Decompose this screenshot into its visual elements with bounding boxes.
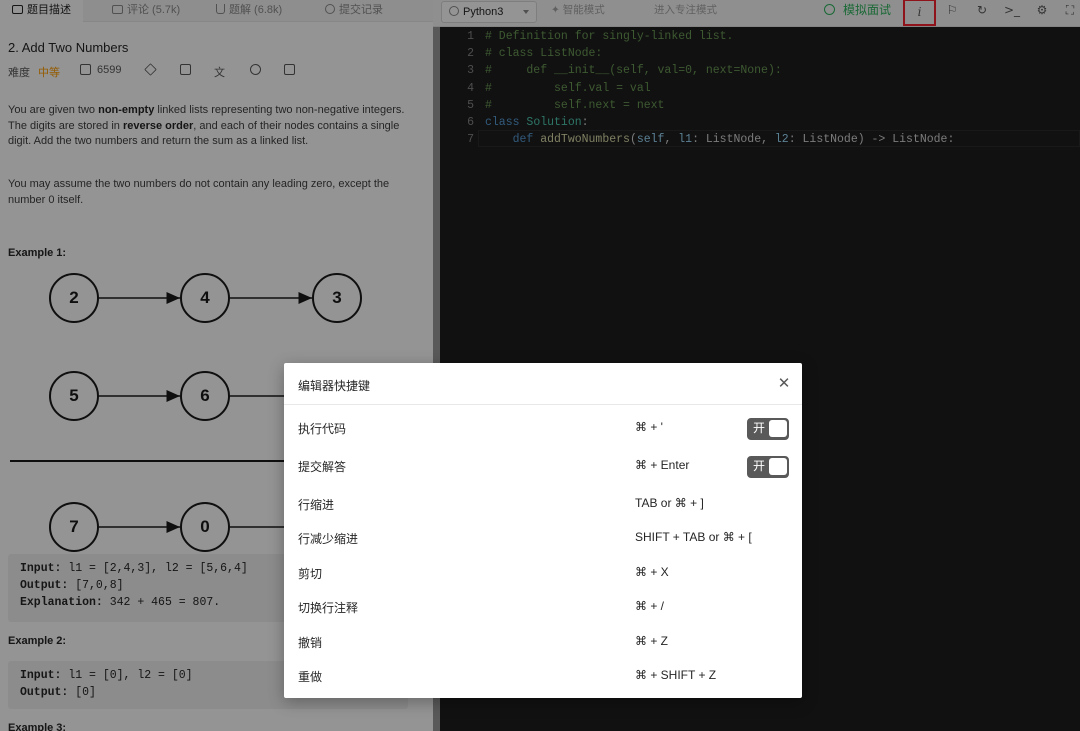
dialog-title: 编辑器快捷键 xyxy=(298,379,371,393)
shortcut-keys: SHIFT + TAB or ⌘ + [ xyxy=(635,530,752,544)
shortcut-keys: ⌘ + Enter xyxy=(635,458,690,472)
shortcut-name: 行缩进 xyxy=(298,498,335,512)
shortcut-row: 行缩进 TAB or ⌘ + ] xyxy=(284,487,802,521)
dialog-header: 编辑器快捷键 ✕ xyxy=(284,363,802,405)
shortcut-name: 重做 xyxy=(298,670,323,684)
shortcut-keys: ⌘ + SHIFT + Z xyxy=(635,668,717,682)
shortcut-keys: ⌘ + / xyxy=(635,599,665,613)
shortcut-keys: ⌘ + ' xyxy=(635,420,663,434)
toggle-label: 开 xyxy=(752,459,765,473)
shortcut-name: 提交解答 xyxy=(298,460,347,474)
shortcut-name: 切换行注释 xyxy=(298,601,359,615)
shortcut-row: 剪切 ⌘ + X xyxy=(284,556,802,590)
toggle-knob xyxy=(769,420,787,437)
toggle-knob xyxy=(769,458,787,475)
shortcut-name: 执行代码 xyxy=(298,422,347,436)
shortcut-keys: ⌘ + X xyxy=(635,565,669,579)
shortcut-keys: TAB or ⌘ + ] xyxy=(635,496,704,510)
shortcut-row: 提交解答 ⌘ + Enter 开 xyxy=(284,449,802,483)
shortcut-name: 剪切 xyxy=(298,567,323,581)
shortcut-name: 撤销 xyxy=(298,636,323,650)
shortcut-name: 行减少缩进 xyxy=(298,532,359,546)
shortcut-row: 重做 ⌘ + SHIFT + Z xyxy=(284,659,802,693)
shortcut-toggle[interactable]: 开 xyxy=(747,456,789,478)
shortcut-keys: ⌘ + Z xyxy=(635,634,669,648)
toggle-label: 开 xyxy=(752,421,765,435)
shortcut-row: 执行代码 ⌘ + ' 开 xyxy=(284,411,802,445)
shortcut-row: 行减少缩进 SHIFT + TAB or ⌘ + [ xyxy=(284,521,802,555)
shortcut-row: 撤销 ⌘ + Z xyxy=(284,625,802,659)
shortcut-row: 切换行注释 ⌘ + / xyxy=(284,590,802,624)
shortcut-toggle[interactable]: 开 xyxy=(747,418,789,440)
close-icon[interactable]: ✕ xyxy=(774,373,794,393)
shortcuts-dialog: 编辑器快捷键 ✕ 执行代码 ⌘ + ' 开提交解答 ⌘ + Enter 开行缩进 TAB … xyxy=(284,363,802,698)
